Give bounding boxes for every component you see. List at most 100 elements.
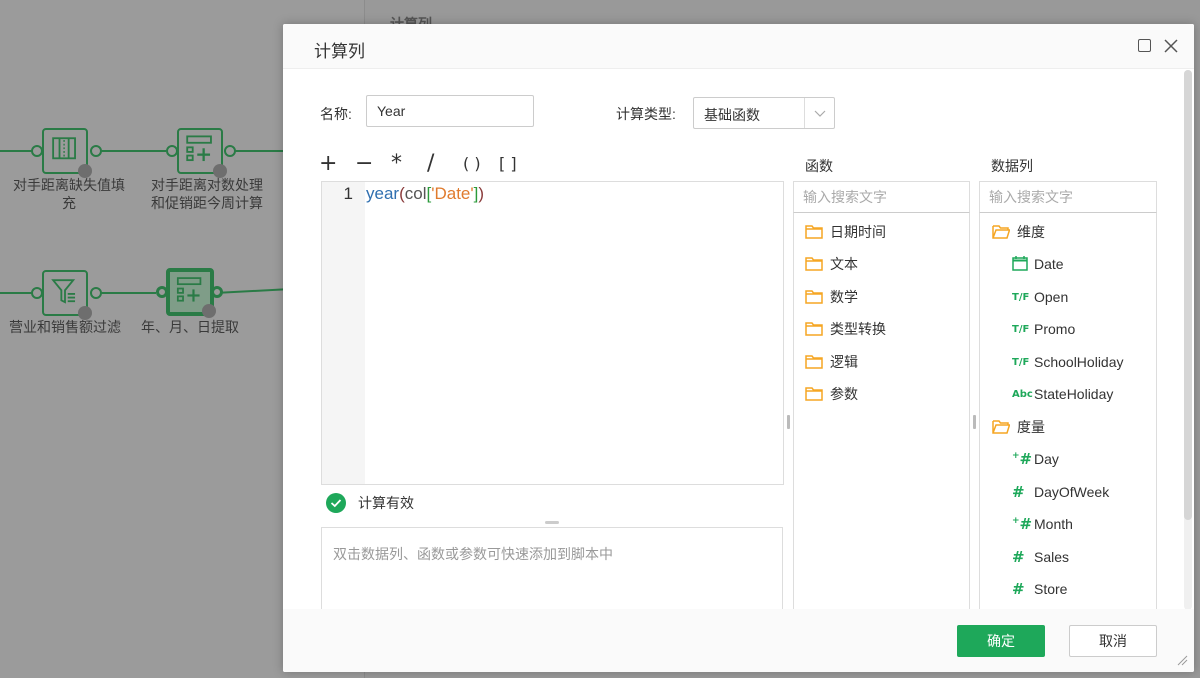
measure-folder[interactable]: 度量 (992, 416, 1045, 438)
help-hint-text: 双击数据列、函数或参数可快速添加到脚本中 (333, 546, 613, 562)
column-item-open[interactable]: T/F Open (1012, 286, 1068, 308)
columns-title: 数据列 (991, 158, 1033, 174)
column-item-day[interactable]: +# Day (1012, 448, 1059, 470)
column-name: Day (1034, 451, 1059, 467)
flow-connector (96, 150, 166, 152)
operator-plus-button[interactable]: + (319, 152, 355, 176)
flow-connector (0, 150, 32, 152)
function-folder-parameters[interactable]: 参数 (805, 383, 858, 405)
functions-title: 函数 (805, 158, 833, 174)
dialog-scrollbar[interactable] (1184, 70, 1192, 610)
node-label: 对手距离对数处理 和促销距今周计算 (151, 177, 263, 211)
close-icon (1164, 39, 1178, 53)
function-folder-datetime[interactable]: 日期时间 (805, 221, 886, 243)
calc-type-label: 计算类型: (616, 106, 676, 122)
dialog-header: 计算列 (283, 24, 1194, 69)
expression-editor[interactable]: 1 year(col['Date']) (321, 181, 784, 485)
workflow-node-date-extract[interactable] (166, 268, 216, 318)
folder-icon (805, 290, 823, 304)
operator-divide-button[interactable]: / (427, 152, 463, 176)
calc-type-select[interactable]: 基础函数 (693, 97, 835, 129)
column-name: Month (1034, 516, 1073, 532)
date-icon (1012, 255, 1032, 274)
workflow-node-log-transform[interactable] (177, 128, 227, 178)
column-resize-handle[interactable] (973, 415, 976, 429)
folder-label: 维度 (1017, 224, 1045, 240)
output-port[interactable] (211, 286, 223, 298)
folder-label: 度量 (1017, 419, 1045, 435)
cancel-button[interactable]: 取消 (1069, 625, 1157, 657)
column-item-dayofweek[interactable]: # DayOfWeek (1012, 481, 1109, 503)
function-folder-text[interactable]: 文本 (805, 253, 858, 275)
editor-resize-handle[interactable] (545, 521, 559, 524)
folder-open-icon (992, 225, 1010, 239)
function-folder-math[interactable]: 数学 (805, 286, 858, 308)
code-function: year (366, 184, 400, 203)
number-icon: # (1012, 483, 1025, 501)
code-line[interactable]: year(col['Date']) (366, 184, 484, 204)
operator-multiply-button[interactable]: * (391, 152, 427, 176)
column-name: SchoolHoliday (1034, 354, 1124, 370)
calculated-number-icon: +# (1012, 450, 1033, 468)
calc-type-value: 基础函数 (704, 107, 760, 123)
workflow-node-filter[interactable] (42, 270, 92, 320)
check-circle-icon (326, 493, 346, 513)
maximize-button[interactable] (1136, 37, 1154, 55)
number-icon: # (1012, 580, 1025, 598)
operator-minus-button[interactable]: − (355, 152, 391, 176)
dialog-footer: 确定 取消 (283, 609, 1194, 672)
code-col: col (404, 184, 427, 203)
calculated-column-dialog: 计算列 名称: Year 计算类型: 基础函数 + − * / ( ) [ ] (283, 24, 1194, 672)
folder-label: 日期时间 (830, 224, 886, 240)
folder-label: 文本 (830, 256, 858, 272)
column-item-month[interactable]: +# Month (1012, 513, 1073, 535)
column-item-sales[interactable]: # Sales (1012, 546, 1069, 568)
column-name: Date (1034, 256, 1064, 272)
close-button[interactable] (1162, 37, 1180, 55)
node-label: 年、月、日提取 (141, 319, 239, 335)
column-item-promo[interactable]: T/F Promo (1012, 318, 1075, 340)
code-paren: ) (478, 184, 485, 203)
column-name: Promo (1034, 321, 1076, 337)
node-label: 对手距离缺失值填 充 (13, 177, 125, 211)
line-number: 1 (343, 184, 353, 203)
column-item-store[interactable]: # Store (1012, 578, 1067, 600)
flow-connector (96, 292, 156, 294)
operator-parentheses-button[interactable]: ( ) (463, 152, 499, 176)
column-name: Sales (1034, 549, 1070, 565)
folder-icon (805, 355, 823, 369)
scrollbar-thumb[interactable] (1184, 70, 1192, 520)
folder-label: 参数 (830, 386, 858, 402)
flow-connector (0, 292, 32, 294)
functions-tree: 日期时间 文本 数学 类型转换 逻辑 参数 (793, 213, 970, 613)
number-icon: # (1012, 548, 1025, 566)
columns-search-input[interactable]: 输入搜索文字 (979, 181, 1157, 213)
boolean-icon: T/F (1012, 291, 1030, 303)
output-port[interactable] (224, 145, 236, 157)
dimension-folder[interactable]: 维度 (992, 221, 1045, 243)
resize-grip-icon[interactable] (1176, 654, 1188, 666)
column-name: DayOfWeek (1034, 484, 1110, 500)
calculated-number-icon: +# (1012, 515, 1033, 533)
functions-search-input[interactable]: 输入搜索文字 (793, 181, 970, 213)
ok-button[interactable]: 确定 (957, 625, 1045, 657)
output-port[interactable] (90, 287, 102, 299)
function-folder-logic[interactable]: 逻辑 (805, 351, 858, 373)
operator-brackets-button[interactable]: [ ] (499, 152, 535, 176)
function-folder-type-conversion[interactable]: 类型转换 (805, 318, 886, 340)
output-port[interactable] (90, 145, 102, 157)
folder-icon (805, 225, 823, 239)
column-item-stateholiday[interactable]: Abc StateHoliday (1012, 383, 1113, 405)
code-string: 'Date' (431, 184, 474, 203)
column-resize-handle[interactable] (787, 415, 790, 429)
folder-icon (805, 322, 823, 336)
name-input[interactable]: Year (366, 95, 534, 127)
column-item-schoolholiday[interactable]: T/F SchoolHoliday (1012, 351, 1124, 373)
string-icon: Abc (1012, 388, 1033, 400)
column-item-date[interactable]: Date (1012, 253, 1064, 275)
folder-label: 数学 (830, 289, 858, 305)
workflow-node-missing-fill[interactable] (42, 128, 92, 178)
validation-status: 计算有效 (326, 492, 414, 514)
chevron-down-icon[interactable] (804, 98, 834, 128)
folder-icon (805, 257, 823, 271)
